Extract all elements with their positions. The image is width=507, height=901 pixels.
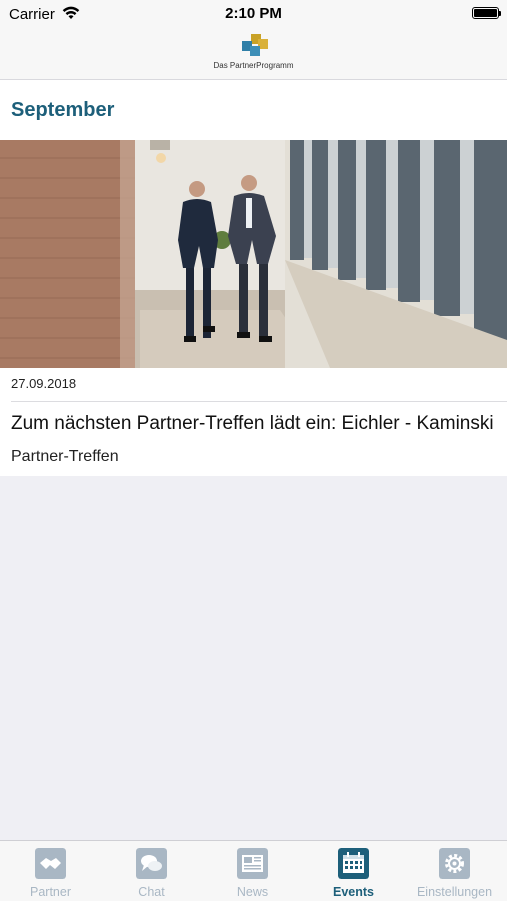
chat-bubbles-icon bbox=[136, 848, 167, 879]
event-image[interactable] bbox=[0, 140, 507, 368]
tab-news[interactable]: News bbox=[202, 841, 303, 901]
tab-label: Einstellungen bbox=[416, 885, 493, 899]
tab-einstellungen[interactable]: Einstellungen bbox=[404, 841, 505, 901]
status-bar: Carrier 2:10 PM bbox=[0, 0, 507, 28]
battery-icon bbox=[472, 7, 501, 19]
section-header-month: September bbox=[11, 99, 115, 121]
event-date: 27.09.2018 bbox=[11, 376, 77, 391]
event-title[interactable]: Zum nächsten Partner-Treffen lädt ein: E… bbox=[11, 413, 496, 435]
tab-label: Partner bbox=[30, 885, 71, 899]
event-photo bbox=[0, 140, 507, 368]
event-category: Partner-Treffen bbox=[11, 448, 119, 465]
divider bbox=[11, 401, 507, 402]
tab-label: Events bbox=[333, 885, 374, 899]
partnerprogramm-logo-icon bbox=[242, 34, 268, 56]
newspaper-icon bbox=[237, 848, 268, 879]
clock: 2:10 PM bbox=[225, 5, 282, 22]
tab-chat[interactable]: Chat bbox=[101, 841, 202, 901]
calendar-icon bbox=[338, 848, 369, 879]
logo-text: Das PartnerProgramm bbox=[213, 61, 294, 70]
tab-label: Chat bbox=[138, 885, 165, 899]
tab-partner[interactable]: Partner bbox=[0, 841, 101, 901]
tab-label: News bbox=[236, 885, 269, 899]
nav-header: Das PartnerProgramm bbox=[0, 28, 507, 80]
gear-icon bbox=[439, 848, 470, 879]
events-list: September 27.09.2018 Zum nächsten Partne… bbox=[0, 80, 507, 476]
tab-bar: Partner Chat News Events Einstellungen bbox=[0, 840, 507, 901]
tab-events[interactable]: Events bbox=[303, 841, 404, 901]
handshake-icon bbox=[35, 848, 66, 879]
